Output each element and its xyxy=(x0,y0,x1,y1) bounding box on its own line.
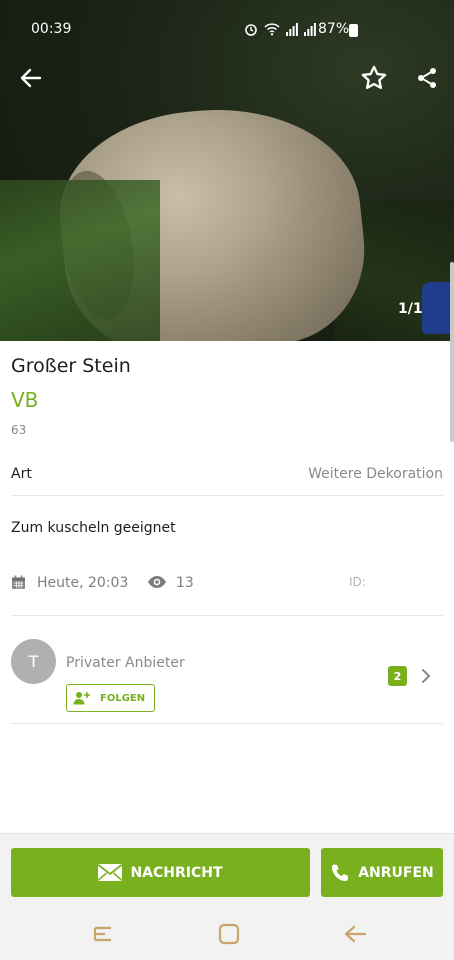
battery-percentage: 87% xyxy=(318,21,350,37)
scroll-indicator xyxy=(450,262,454,442)
system-navigation-bar xyxy=(0,907,454,960)
status-icons xyxy=(244,22,317,38)
favorite-button[interactable] xyxy=(354,58,394,98)
chevron-right-icon[interactable] xyxy=(416,664,436,688)
signal-icon xyxy=(286,23,299,36)
call-label: ANRUFEN xyxy=(358,864,434,881)
seller-type: Privater Anbieter xyxy=(66,655,185,671)
add-user-icon xyxy=(73,691,91,705)
calendar-icon xyxy=(11,575,26,594)
status-time: 00:39 xyxy=(31,21,72,37)
system-back-button[interactable] xyxy=(342,921,368,947)
listing-description: Zum kuscheln geeignet xyxy=(11,520,176,536)
listing-count-badge: 2 xyxy=(388,666,407,686)
action-bar: NACHRICHT ANRUFEN xyxy=(0,833,454,907)
share-button[interactable] xyxy=(407,58,447,98)
attribute-row: Art Weitere Dekoration xyxy=(11,456,443,496)
follow-button[interactable]: FOLGEN xyxy=(66,684,155,712)
envelope-icon xyxy=(98,864,123,881)
recent-apps-icon xyxy=(93,926,111,942)
phone-icon xyxy=(330,863,350,883)
attribute-value: Weitere Dekoration xyxy=(308,466,443,482)
message-button[interactable]: NACHRICHT xyxy=(11,848,310,897)
photo-grass xyxy=(0,180,160,341)
listing-title: Großer Stein xyxy=(11,355,131,377)
photo-counter: 1/1 xyxy=(398,301,423,317)
listing-price: VB xyxy=(11,388,39,412)
view-count: 13 xyxy=(176,575,194,591)
follow-label: FOLGEN xyxy=(100,692,146,704)
share-icon xyxy=(418,68,436,88)
status-bar: 00:39 87% xyxy=(0,18,454,42)
alarm-icon xyxy=(245,24,257,36)
recent-apps-button[interactable] xyxy=(90,921,116,947)
back-button[interactable] xyxy=(11,58,51,98)
message-label: NACHRICHT xyxy=(130,864,223,881)
listing-meta: Heute, 20:03 13 ID: xyxy=(11,566,443,616)
listing-photo[interactable] xyxy=(0,0,454,341)
listing-id: ID: xyxy=(349,575,366,589)
arrow-left-icon xyxy=(20,68,42,88)
call-button[interactable]: ANRUFEN xyxy=(321,848,443,897)
avatar: T xyxy=(11,639,56,684)
back-arrow-icon xyxy=(344,925,367,943)
home-button[interactable] xyxy=(216,921,242,947)
star-outline-icon xyxy=(361,65,387,90)
wifi-icon xyxy=(264,23,280,36)
signal-icon xyxy=(304,23,317,36)
eye-icon xyxy=(147,575,167,593)
listing-date: Heute, 20:03 xyxy=(37,575,129,591)
attribute-key: Art xyxy=(11,466,32,482)
battery-icon xyxy=(349,24,358,37)
home-icon xyxy=(218,923,240,945)
listing-location: 63 xyxy=(11,423,27,437)
seller-section[interactable]: T Privater Anbieter FOLGEN 2 xyxy=(11,630,443,724)
